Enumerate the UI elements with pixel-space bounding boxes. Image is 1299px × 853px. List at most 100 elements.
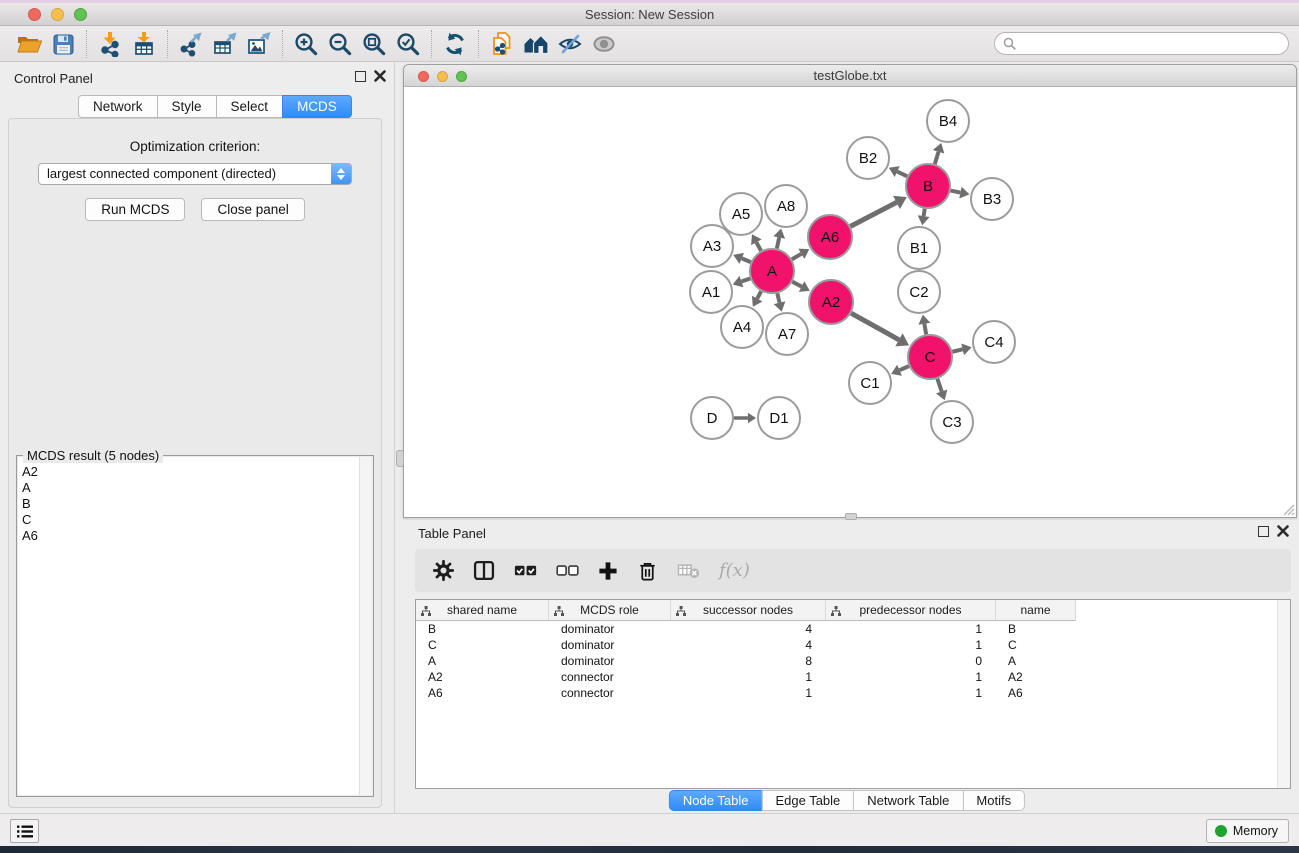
node-C[interactable]: C [908,335,952,379]
column-header-MCDS-role[interactable]: MCDS role [549,600,671,621]
import-network-button[interactable] [93,28,127,60]
import-table-button[interactable] [127,28,161,60]
column-header-predecessor-nodes[interactable]: predecessor nodes [826,600,996,621]
zoom-selected-button[interactable] [391,28,425,60]
table-row[interactable]: Cdominator41C [416,637,1277,653]
node-C1[interactable]: C1 [849,362,891,404]
edge-D-D1[interactable] [734,413,756,424]
network-view-window[interactable]: testGlobe.txt B4B2BB3A8A5A6A3B1AA1C2A2A4… [403,64,1297,518]
save-session-button[interactable] [46,28,80,60]
table-cell[interactable]: 1 [826,637,996,653]
node-B1[interactable]: B1 [898,227,940,269]
tab-edge-table[interactable]: Edge Table [761,790,854,811]
hide-selected-eye-button[interactable] [553,28,587,60]
home-view-button[interactable] [519,28,553,60]
delete-column-button[interactable] [637,560,658,582]
edge-A-A2[interactable] [792,281,809,292]
close-panel-button[interactable]: Close panel [201,198,304,221]
function-builder-button[interactable]: f(x) [719,560,750,581]
table-cell[interactable]: 0 [826,653,996,669]
mcds-result-item[interactable]: C [22,512,372,528]
edge-A-A8[interactable] [773,228,785,248]
edge-B-B1[interactable] [918,209,930,225]
tab-select[interactable]: Select [216,95,284,118]
clone-network-button[interactable] [485,28,519,60]
node-B[interactable]: B [906,164,950,208]
table-cell[interactable]: 1 [671,669,826,685]
column-header-shared-name[interactable]: shared name [416,600,549,621]
table-cell[interactable]: connector [549,685,671,701]
edge-A-A4[interactable] [752,291,763,306]
open-file-button[interactable] [12,28,46,60]
table-cell[interactable]: A [996,653,1076,669]
table-scrollbar[interactable] [1277,600,1290,788]
select-all-checkboxes-button[interactable] [514,562,537,579]
edge-C-C4[interactable] [952,344,971,356]
node-B4[interactable]: B4 [927,100,969,142]
edge-C-C3[interactable] [936,379,947,400]
node-A1[interactable]: A1 [690,271,732,313]
table-row[interactable]: A6connector11A6 [416,685,1277,701]
table-row[interactable]: Adominator80A [416,653,1277,669]
tab-node-table[interactable]: Node Table [669,790,763,811]
table-cell[interactable]: 1 [826,685,996,701]
delete-table-button[interactable] [677,562,700,579]
criterion-dropdown[interactable]: largest connected component (directed) [38,163,352,185]
edge-B-B3[interactable] [951,187,970,199]
mcds-result-item[interactable]: A6 [22,528,372,544]
deselect-all-checkboxes-button[interactable] [556,562,579,579]
edge-A2-C[interactable] [851,313,909,346]
close-panel-icon[interactable] [1277,525,1289,537]
node-A5[interactable]: A5 [720,193,762,235]
horizontal-splitter-handle[interactable] [845,513,857,520]
table-cell[interactable]: A6 [416,685,549,701]
resize-grip-icon[interactable] [1281,502,1295,516]
node-C4[interactable]: C4 [973,321,1015,363]
tab-motifs[interactable]: Motifs [962,790,1025,811]
table-cell[interactable]: 1 [826,669,996,685]
node-table[interactable]: shared nameMCDS rolesuccessor nodesprede… [415,599,1291,789]
tab-style[interactable]: Style [157,95,217,118]
mcds-result-item[interactable]: A2 [22,464,372,480]
edge-B-B2[interactable] [889,166,907,177]
table-row[interactable]: Bdominator41B [416,621,1277,637]
vertical-scrollbar-thumb[interactable] [396,450,404,467]
table-cell[interactable]: A [416,653,549,669]
table-cell[interactable]: dominator [549,653,671,669]
table-cell[interactable]: 4 [671,637,826,653]
node-A7[interactable]: A7 [766,313,808,355]
table-cell[interactable]: 8 [671,653,826,669]
zoom-in-button[interactable] [289,28,323,60]
node-A3[interactable]: A3 [691,225,733,267]
export-network-button[interactable] [174,28,208,60]
result-scrollbar[interactable] [359,457,372,795]
add-column-button[interactable] [598,561,618,581]
task-history-button[interactable] [10,819,39,843]
export-table-button[interactable] [208,28,242,60]
table-cell[interactable]: connector [549,669,671,685]
columns-button[interactable] [473,560,495,581]
table-cell[interactable]: 1 [671,685,826,701]
settings-gear-button[interactable] [433,560,454,581]
table-cell[interactable]: A2 [416,669,549,685]
run-mcds-button[interactable]: Run MCDS [85,198,185,221]
tab-mcds[interactable]: MCDS [282,95,352,118]
edge-A-A5[interactable] [751,234,762,251]
float-panel-icon[interactable] [1258,526,1269,537]
mcds-result-item[interactable]: B [22,496,372,512]
table-row[interactable]: A2connector11A2 [416,669,1277,685]
column-header-name[interactable]: name [996,600,1076,621]
zoom-fit-button[interactable] [357,28,391,60]
mcds-result-item[interactable]: A [22,480,372,496]
network-canvas[interactable]: B4B2BB3A8A5A6A3B1AA1C2A2A4A7C4CC1DD1C3 [404,87,1296,517]
edge-C-C1[interactable] [891,365,909,376]
table-cell[interactable]: 1 [826,621,996,637]
table-cell[interactable]: A6 [996,685,1076,701]
float-panel-icon[interactable] [355,71,366,82]
edge-B-B4[interactable] [933,143,944,164]
table-cell[interactable]: B [416,621,549,637]
show-eye-button[interactable] [587,28,621,60]
search-input[interactable] [1022,33,1288,54]
edge-C-C2[interactable] [918,315,930,335]
node-B2[interactable]: B2 [847,137,889,179]
